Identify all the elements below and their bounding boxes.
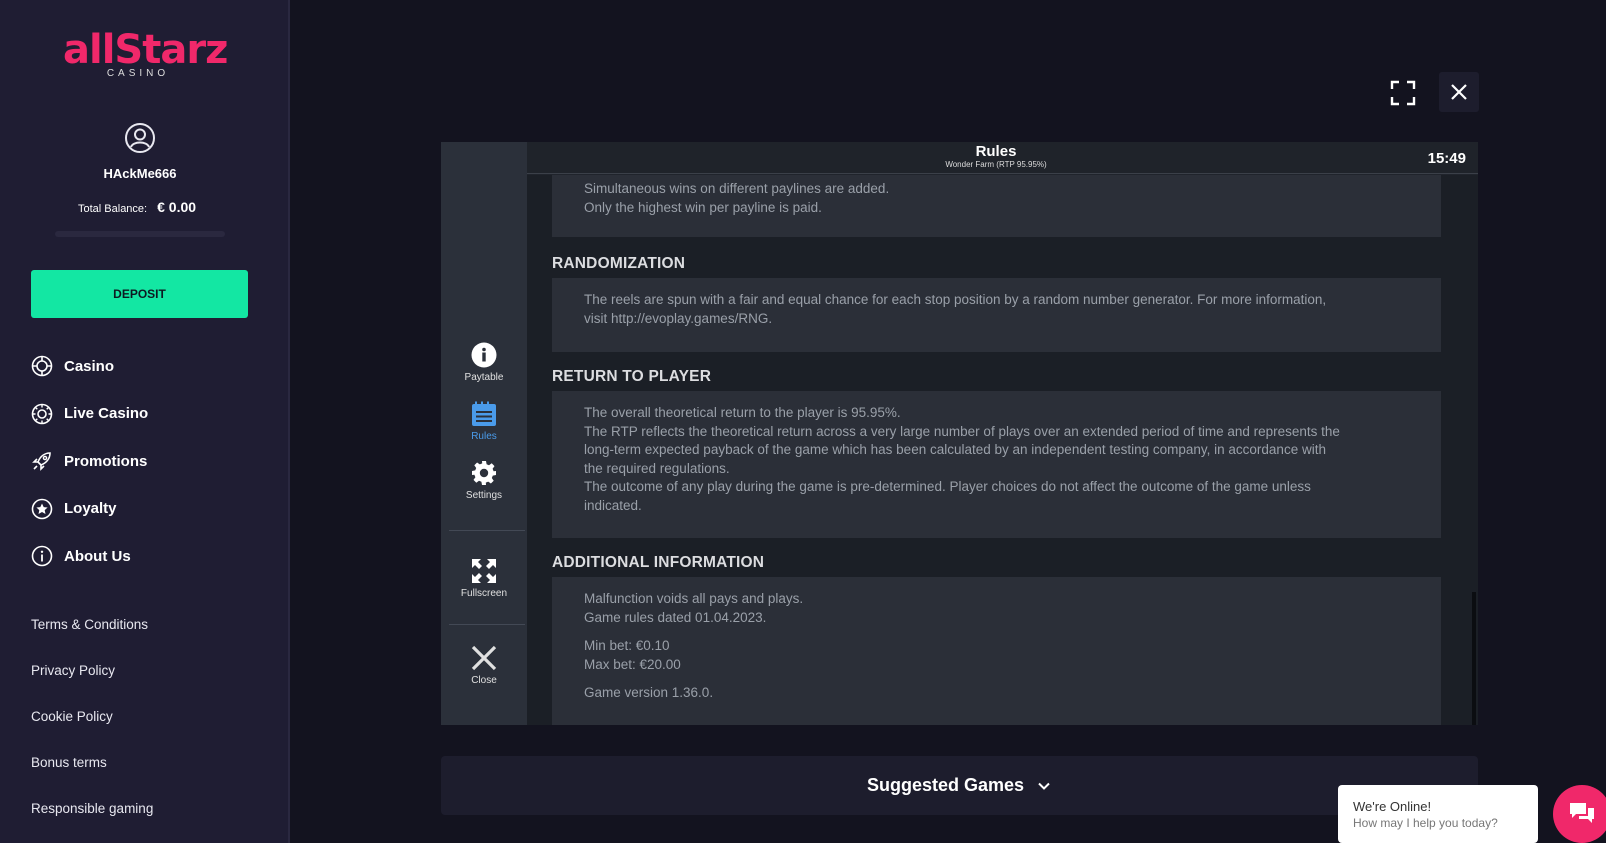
rules-notebook-icon bbox=[472, 401, 496, 426]
rocket-icon bbox=[32, 452, 51, 471]
user-avatar-icon[interactable] bbox=[124, 122, 156, 154]
randomization-box: The reels are spun with a fair and equal… bbox=[552, 278, 1441, 352]
expand-arrows-icon bbox=[472, 559, 496, 583]
casino-logo[interactable]: allStarz CASINO bbox=[63, 27, 228, 79]
chat-button[interactable] bbox=[1553, 785, 1606, 843]
chat-subtitle: How may I help you today? bbox=[1353, 816, 1498, 830]
link-privacy-policy[interactable]: Privacy Policy bbox=[31, 663, 153, 681]
paytable-button[interactable]: Paytable bbox=[441, 342, 527, 383]
rule-text: long-term expected payback of the game w… bbox=[584, 442, 1326, 457]
rtp-box: The overall theoretical return to the pl… bbox=[552, 391, 1441, 538]
nav-label: Live Casino bbox=[64, 405, 149, 422]
suggested-games-toggle[interactable]: Suggested Games bbox=[441, 756, 1478, 815]
nav-item-live-casino[interactable]: Live Casino bbox=[31, 403, 148, 425]
rule-text: The outcome of any play during the game … bbox=[584, 479, 1311, 494]
deposit-button[interactable]: DEPOSIT bbox=[31, 270, 248, 318]
game-side-menu: Paytable Rules Settings Fullscreen Close bbox=[441, 142, 527, 725]
fullscreen-icon[interactable] bbox=[1388, 78, 1418, 108]
rule-text: Max bet: €20.00 bbox=[584, 656, 681, 672]
loyalty-progress-bar bbox=[55, 231, 225, 237]
game-fullscreen-button[interactable]: Fullscreen bbox=[441, 558, 527, 599]
link-terms[interactable]: Terms & Conditions bbox=[31, 617, 153, 635]
nav-label: About Us bbox=[64, 547, 131, 565]
balance-label: Total Balance: bbox=[78, 203, 148, 215]
nav-item-casino[interactable]: Casino bbox=[31, 355, 148, 377]
settings-label: Settings bbox=[465, 490, 503, 501]
rule-text: Game version 1.36.0. bbox=[584, 685, 714, 700]
menu-divider bbox=[449, 624, 525, 625]
logo-text: allStarz bbox=[63, 27, 228, 73]
close-icon bbox=[471, 645, 497, 671]
rules-header: Rules Wonder Farm (RTP 95.95%) 15:49 bbox=[527, 142, 1478, 174]
additional-info-box: Malfunction voids all pays and plays. Ga… bbox=[552, 577, 1441, 725]
rule-text: Min bet: €0.10 bbox=[584, 638, 670, 653]
rules-content[interactable]: Simultaneous wins on different paylines … bbox=[527, 175, 1478, 725]
game-subtitle: Wonder Farm (RTP 95.95%) bbox=[945, 160, 1047, 169]
settings-button[interactable]: Settings bbox=[441, 460, 527, 501]
nav-label: Loyalty bbox=[64, 500, 117, 517]
rule-text: Game rules dated 01.04.2023. bbox=[584, 609, 767, 625]
info-icon bbox=[471, 342, 497, 368]
chat-prompt[interactable]: We're Online! How may I help you today? bbox=[1338, 785, 1538, 843]
rule-text: Simultaneous wins on different paylines … bbox=[584, 181, 890, 196]
chat-bubbles-icon bbox=[1570, 803, 1594, 823]
randomization-heading: RANDOMIZATION bbox=[552, 255, 686, 272]
rule-text: Only the highest win per payline is paid… bbox=[584, 199, 822, 215]
star-icon bbox=[31, 498, 53, 519]
link-responsible-gaming[interactable]: Responsible gaming bbox=[31, 801, 153, 819]
rule-text: The reels are spun with a fair and equal… bbox=[584, 292, 1327, 307]
chat-title: We're Online! bbox=[1353, 799, 1432, 814]
rule-text: the required regulations. bbox=[584, 460, 730, 476]
chevron-down-icon bbox=[1038, 782, 1050, 790]
info-icon bbox=[31, 545, 53, 567]
menu-divider bbox=[449, 530, 525, 531]
balance-value: € 0.00 bbox=[157, 199, 197, 215]
nav-item-promotions[interactable]: Promotions bbox=[31, 450, 148, 472]
game-frame: Paytable Rules Settings Fullscreen Close… bbox=[441, 142, 1478, 725]
casino-chip-icon bbox=[31, 355, 53, 377]
rule-text: Malfunction voids all pays and plays. bbox=[584, 591, 804, 606]
nav-label: Casino bbox=[64, 357, 115, 375]
live-casino-icon bbox=[31, 403, 53, 424]
rules-scrollbar[interactable] bbox=[1472, 592, 1476, 725]
paylines-box: Simultaneous wins on different paylines … bbox=[552, 175, 1441, 237]
close-label: Close bbox=[471, 675, 497, 686]
rules-title: Rules bbox=[975, 143, 1017, 160]
additional-info-heading: ADDITIONAL INFORMATION bbox=[552, 554, 765, 571]
nav-label: Promotions bbox=[64, 452, 148, 470]
rule-text: The overall theoretical return to the pl… bbox=[584, 405, 901, 420]
rules-label: Rules bbox=[471, 431, 497, 442]
gear-icon bbox=[472, 461, 496, 485]
close-game-button[interactable] bbox=[1439, 72, 1479, 112]
main-nav: Casino Live Casino Promotions Loyalty Ab… bbox=[31, 355, 148, 593]
rules-button[interactable]: Rules bbox=[441, 401, 527, 442]
link-bonus-terms[interactable]: Bonus terms bbox=[31, 755, 153, 773]
clock: 15:49 bbox=[1427, 150, 1466, 167]
username: HAckMe666 bbox=[103, 166, 177, 181]
balance-row: Total Balance: € 0.00 bbox=[78, 199, 196, 215]
paytable-label: Paytable bbox=[464, 372, 504, 383]
game-close-button[interactable]: Close bbox=[441, 645, 527, 686]
nav-item-about-us[interactable]: About Us bbox=[31, 545, 148, 567]
fullscreen-label: Fullscreen bbox=[460, 588, 508, 599]
link-cookie-policy[interactable]: Cookie Policy bbox=[31, 709, 153, 727]
rule-text: The RTP reflects the theoretical return … bbox=[584, 423, 1340, 439]
rule-text: indicated. bbox=[584, 497, 642, 513]
rule-text: visit http://evoplay.games/RNG. bbox=[584, 310, 773, 326]
sidebar: allStarz CASINO HAckMe666 Total Balance:… bbox=[0, 0, 290, 843]
footer-links: Terms & Conditions Privacy Policy Cookie… bbox=[31, 617, 153, 843]
suggested-games-label: Suggested Games bbox=[866, 775, 1025, 795]
close-icon bbox=[1451, 84, 1467, 100]
rtp-heading: RETURN TO PLAYER bbox=[552, 368, 712, 385]
nav-item-loyalty[interactable]: Loyalty bbox=[31, 498, 148, 520]
